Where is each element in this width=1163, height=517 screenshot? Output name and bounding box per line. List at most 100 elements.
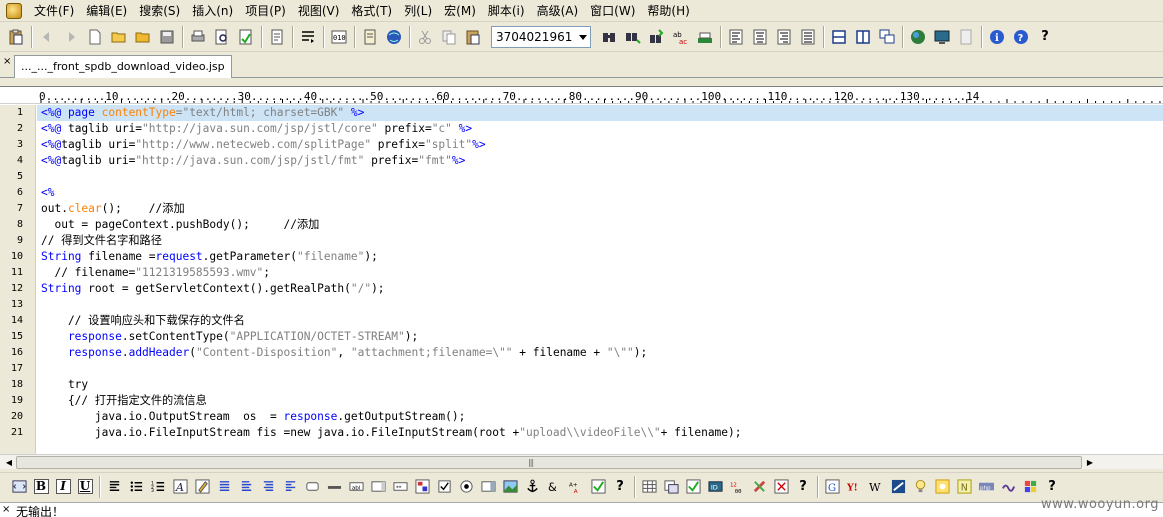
- password-button[interactable]: **: [390, 477, 410, 497]
- code-line[interactable]: <%@taglib uri="http://java.sun.com/jsp/j…: [37, 153, 1163, 169]
- menu-format[interactable]: 格式(T): [345, 1, 398, 21]
- code-line[interactable]: String root = getServletContext().getRea…: [37, 281, 1163, 297]
- color-picker-button[interactable]: A+ A: [566, 477, 586, 497]
- code-line[interactable]: <%@ taglib uri="http://java.sun.com/jsp/…: [37, 121, 1163, 137]
- code-line[interactable]: <%@taglib uri="http://www.netecweb.com/s…: [37, 137, 1163, 153]
- google-button[interactable]: G: [822, 477, 842, 497]
- chevron-down-icon[interactable]: [579, 34, 587, 40]
- id-button[interactable]: ID: [705, 477, 725, 497]
- hex-mode-button[interactable]: 010: [328, 26, 350, 48]
- print-preview-button[interactable]: [211, 26, 233, 48]
- code-line[interactable]: [37, 169, 1163, 185]
- back-button[interactable]: [36, 26, 58, 48]
- scroll-right-icon[interactable]: ▶: [1083, 456, 1097, 469]
- number-button[interactable]: 12 00: [727, 477, 747, 497]
- italic-button[interactable]: I: [53, 477, 73, 497]
- msdn-button[interactable]: [888, 477, 908, 497]
- save-button[interactable]: [156, 26, 178, 48]
- heading3-button[interactable]: [258, 477, 278, 497]
- code-line[interactable]: response.setContentType("APPLICATION/OCT…: [37, 329, 1163, 345]
- paste-button[interactable]: [462, 26, 484, 48]
- menu-project[interactable]: 项目(P): [239, 1, 292, 21]
- anchor-link-button[interactable]: [522, 477, 542, 497]
- new-file-button[interactable]: [84, 26, 106, 48]
- print-button[interactable]: [187, 26, 209, 48]
- edit-style-button[interactable]: [192, 477, 212, 497]
- select-button[interactable]: [478, 477, 498, 497]
- replace-in-files-button[interactable]: [694, 26, 716, 48]
- code-line[interactable]: out.clear(); //添加: [37, 201, 1163, 217]
- menu-macro[interactable]: 宏(M): [438, 1, 482, 21]
- php-button[interactable]: php: [976, 477, 996, 497]
- ftp-button[interactable]: [931, 26, 953, 48]
- tips-button[interactable]: [910, 477, 930, 497]
- heading1-button[interactable]: [214, 477, 234, 497]
- find-next-button[interactable]: [622, 26, 644, 48]
- tools-help-button[interactable]: ?: [793, 477, 813, 497]
- find-button[interactable]: [598, 26, 620, 48]
- editor[interactable]: 0.........10........20........30........…: [0, 86, 1163, 455]
- scroll-thumb[interactable]: [16, 456, 1082, 469]
- paste-special-button[interactable]: [5, 26, 27, 48]
- code-line[interactable]: {// 打开指定文件的流信息: [37, 393, 1163, 409]
- web-button[interactable]: [907, 26, 929, 48]
- open-file-button[interactable]: [108, 26, 130, 48]
- frame-button[interactable]: [683, 477, 703, 497]
- horizontal-rule-button[interactable]: [324, 477, 344, 497]
- tab-file[interactable]: ..._..._front_spdb_download_video.jsp: [14, 55, 232, 78]
- code-line[interactable]: // filename="1121319585593.wmv";: [37, 265, 1163, 281]
- align-right-button[interactable]: [773, 26, 795, 48]
- scroll-left-icon[interactable]: ◀: [2, 456, 16, 469]
- cascade-button[interactable]: [876, 26, 898, 48]
- image-button[interactable]: [500, 477, 520, 497]
- menu-column[interactable]: 列(L): [398, 1, 438, 21]
- script-check-button[interactable]: [771, 477, 791, 497]
- color-tools-button[interactable]: [749, 477, 769, 497]
- spell-check-button[interactable]: [235, 26, 257, 48]
- reference-help-button[interactable]: ?: [1042, 477, 1062, 497]
- ordered-list-button[interactable]: 123: [148, 477, 168, 497]
- menu-file[interactable]: 文件(F): [28, 1, 80, 21]
- align-center-button[interactable]: [749, 26, 771, 48]
- table-button[interactable]: [639, 477, 659, 497]
- radio-button[interactable]: [456, 477, 476, 497]
- notes-n-button[interactable]: N: [954, 477, 974, 497]
- info-button[interactable]: i: [986, 26, 1008, 48]
- menu-view[interactable]: 视图(V): [292, 1, 346, 21]
- code-line[interactable]: try: [37, 377, 1163, 393]
- unordered-list-button[interactable]: [126, 477, 146, 497]
- horizontal-scrollbar[interactable]: ◀ ||| ▶: [0, 454, 1163, 469]
- underline-button[interactable]: U: [75, 477, 95, 497]
- cut-button[interactable]: [414, 26, 436, 48]
- form-button[interactable]: [412, 477, 432, 497]
- html-tag-button[interactable]: [9, 477, 29, 497]
- html-help-button[interactable]: ?: [610, 477, 630, 497]
- code-line[interactable]: out = pageContext.pushBody(); //添加: [37, 217, 1163, 233]
- sun-button[interactable]: [932, 477, 952, 497]
- checkbox-button[interactable]: [434, 477, 454, 497]
- help-topics-button[interactable]: ?: [1010, 26, 1032, 48]
- align-left-button[interactable]: [725, 26, 747, 48]
- validate-button[interactable]: [588, 477, 608, 497]
- special-char-button[interactable]: &: [544, 477, 564, 497]
- heading4-button[interactable]: [280, 477, 300, 497]
- justify-button[interactable]: [797, 26, 819, 48]
- menu-window[interactable]: 窗口(W): [584, 1, 641, 21]
- heading2-button[interactable]: [236, 477, 256, 497]
- code-line[interactable]: response.addHeader("Content-Disposition"…: [37, 345, 1163, 361]
- table-wizard-button[interactable]: [661, 477, 681, 497]
- menu-help[interactable]: 帮助(H): [641, 1, 695, 21]
- disabled-button[interactable]: [955, 26, 977, 48]
- yahoo-button[interactable]: Y!: [844, 477, 864, 497]
- close-icon[interactable]: ×: [3, 56, 11, 67]
- code-line[interactable]: [37, 361, 1163, 377]
- context-help-button[interactable]: ?: [1034, 26, 1056, 48]
- paragraph-button[interactable]: [104, 477, 124, 497]
- menu-advanced[interactable]: 高级(A): [531, 1, 585, 21]
- app-icon[interactable]: [6, 2, 22, 19]
- wikipedia-button[interactable]: W: [866, 477, 886, 497]
- code-line[interactable]: // 设置响应头和下载保存的文件名: [37, 313, 1163, 329]
- copy-button[interactable]: [438, 26, 460, 48]
- perl-button[interactable]: [998, 477, 1018, 497]
- menu-search[interactable]: 搜索(S): [133, 1, 186, 21]
